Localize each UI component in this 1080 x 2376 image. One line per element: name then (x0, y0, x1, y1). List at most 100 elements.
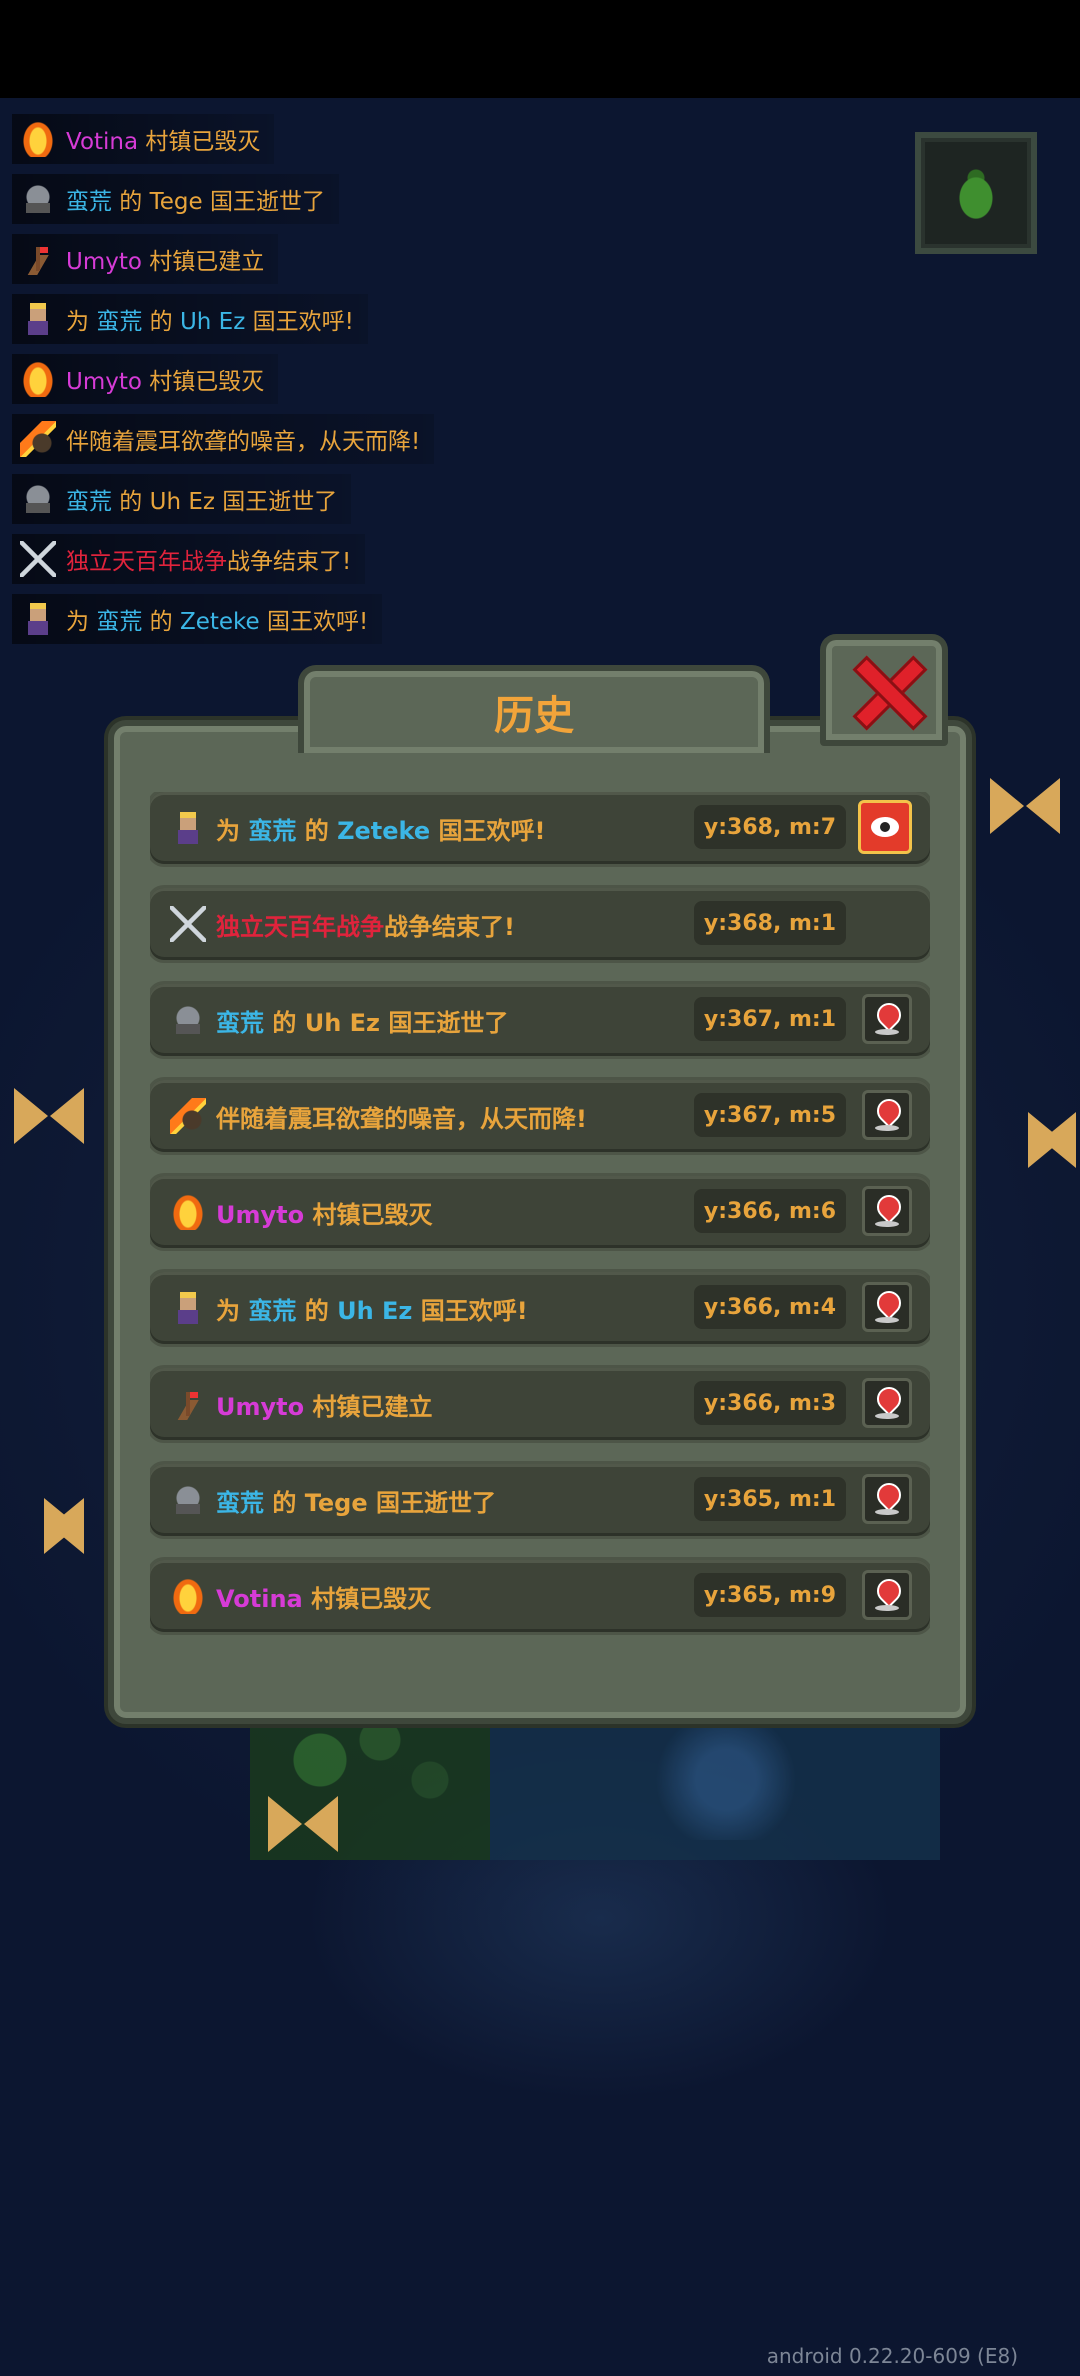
history-message: 蛮荒 的 Uh Ez 国王逝世了 (216, 1003, 508, 1038)
grave-icon (170, 1482, 206, 1518)
eye-icon (871, 817, 899, 837)
history-message: Umyto 村镇已毁灭 (216, 1195, 432, 1230)
grave-icon (20, 181, 56, 217)
status-bar (0, 0, 1080, 98)
history-message: Votina 村镇已毁灭 (216, 1579, 431, 1614)
message-segment: Umyto (216, 1392, 305, 1421)
king-icon (170, 1290, 206, 1326)
log-row: 蛮荒 的 Uh Ez 国王逝世了 (12, 474, 352, 524)
event-log: Votina 村镇已毁灭蛮荒 的 Tege 国王逝世了 Umyto 村镇已建立为 … (12, 114, 435, 654)
pin-base (875, 1029, 899, 1035)
message-segment: 村镇已建立 (304, 1392, 433, 1421)
history-entry[interactable]: Umyto 村镇已建立 y:366, m:3 (150, 1368, 930, 1440)
map-pin-icon (872, 1286, 906, 1320)
message-segment: 的 Uh Ez 国王逝世了 (264, 1008, 509, 1037)
history-date: y:367, m:1 (693, 997, 846, 1041)
log-message: 为 蛮荒 的 Uh Ez 国王欢呼! (66, 302, 354, 336)
follow-button[interactable] (858, 800, 912, 854)
history-entry[interactable]: 为 蛮荒 的 Uh Ez 国王欢呼! y:366, m:4 (150, 1272, 930, 1344)
log-row: Umyto 村镇已建立 (12, 234, 279, 284)
message-segment: 的 Tege 国王逝世了 (112, 189, 325, 215)
message-segment: Umyto (66, 369, 142, 395)
message-segment: Uh Ez (179, 309, 246, 335)
king-icon (20, 301, 56, 337)
bug-icon (955, 168, 997, 220)
log-message: 独立天百年战争战争结束了! (66, 542, 351, 576)
pin-base (875, 1317, 899, 1323)
hourglass-creature (268, 1796, 338, 1852)
message-segment: 为 (66, 609, 97, 635)
history-entry[interactable]: Votina 村镇已毁灭 y:365, m:9 (150, 1560, 930, 1632)
grave-icon (170, 1002, 206, 1038)
message-segment: 为 (216, 1296, 249, 1325)
locate-button[interactable] (862, 1186, 912, 1236)
map-pin-icon (872, 1382, 906, 1416)
message-segment: Votina (66, 129, 139, 155)
history-message: 独立天百年战争战争结束了! (216, 907, 515, 942)
message-segment: Zeteke (179, 609, 260, 635)
message-segment: 村镇已毁灭 (302, 1584, 432, 1613)
history-date: y:366, m:6 (693, 1189, 846, 1233)
debug-button[interactable] (915, 132, 1037, 254)
hourglass-creature (1028, 1112, 1076, 1168)
history-message: 伴随着震耳欲聋的噪音，从天而降! (216, 1099, 587, 1134)
history-date: y:367, m:5 (693, 1093, 846, 1137)
message-segment: 为 (216, 816, 249, 845)
locate-button[interactable] (862, 1090, 912, 1140)
message-segment: 的 (296, 816, 338, 845)
king-icon (170, 810, 206, 846)
locate-button[interactable] (862, 1282, 912, 1332)
hourglass-creature (14, 1088, 84, 1144)
pin-base (875, 1509, 899, 1515)
message-segment: 村镇已毁灭 (304, 1200, 433, 1229)
log-message: Umyto 村镇已建立 (66, 242, 264, 276)
history-date: y:365, m:9 (693, 1573, 846, 1617)
map-pin-icon (872, 1094, 906, 1128)
history-message: 蛮荒 的 Tege 国王逝世了 (216, 1483, 496, 1518)
message-segment: 蛮荒 (216, 1488, 264, 1517)
village-icon (170, 1386, 206, 1422)
locate-button[interactable] (862, 1570, 912, 1620)
map-pin-icon (872, 1574, 906, 1608)
message-segment: 村镇已毁灭 (138, 129, 261, 155)
map-pin-icon (872, 1478, 906, 1512)
message-segment: 蛮荒 (96, 309, 143, 335)
locate-button[interactable] (862, 994, 912, 1044)
close-button[interactable] (820, 634, 948, 746)
history-list[interactable]: 为 蛮荒 的 Zeteke 国王欢呼! y:368, m:7 独立天百年战争战争结束… (150, 792, 930, 1688)
message-segment: 国王欢呼! (259, 609, 369, 635)
message-segment: 的 (296, 1296, 338, 1325)
message-segment: 蛮荒 (96, 609, 143, 635)
log-row: 为 蛮荒 的 Uh Ez 国王欢呼! (12, 294, 368, 344)
history-entry[interactable]: Umyto 村镇已毁灭 y:366, m:6 (150, 1176, 930, 1248)
log-row: 为 蛮荒 的 Zeteke 国王欢呼! (12, 594, 383, 644)
message-segment: 伴随着震耳欲聋的噪音，从天而降! (66, 429, 421, 455)
history-date: y:366, m:3 (693, 1381, 846, 1425)
history-date: y:368, m:7 (693, 805, 846, 849)
hourglass-creature (44, 1498, 84, 1554)
message-segment: 战争结束了! (384, 912, 515, 941)
history-entry[interactable]: 蛮荒 的 Tege 国王逝世了 y:365, m:1 (150, 1464, 930, 1536)
village-icon (20, 241, 56, 277)
log-row: Votina 村镇已毁灭 (12, 114, 275, 164)
message-segment: 蛮荒 (66, 489, 112, 515)
history-date: y:366, m:4 (693, 1285, 846, 1329)
message-segment: 蛮荒 (248, 816, 297, 845)
locate-button[interactable] (862, 1378, 912, 1428)
history-entry[interactable]: 伴随着震耳欲聋的噪音，从天而降! y:367, m:5 (150, 1080, 930, 1152)
message-segment: 的 (142, 609, 180, 635)
history-entry[interactable]: 独立天百年战争战争结束了! y:368, m:1 (150, 888, 930, 960)
meteor-icon (170, 1098, 206, 1134)
message-segment: 国王欢呼! (245, 309, 354, 335)
fire-icon (20, 121, 56, 157)
history-entry[interactable]: 蛮荒 的 Uh Ez 国王逝世了 y:367, m:1 (150, 984, 930, 1056)
world-map-land (250, 1700, 940, 1860)
fire-icon (20, 361, 56, 397)
history-entry[interactable]: 为 蛮荒 的 Zeteke 国王欢呼! y:368, m:7 (150, 792, 930, 864)
message-segment: 伴随着震耳欲聋的噪音，从天而降! (216, 1104, 587, 1133)
map-pin-icon (872, 1190, 906, 1224)
locate-button[interactable] (862, 1474, 912, 1524)
log-message: Umyto 村镇已毁灭 (66, 362, 264, 396)
war-icon (170, 906, 206, 942)
message-segment: 村镇已建立 (141, 249, 265, 275)
